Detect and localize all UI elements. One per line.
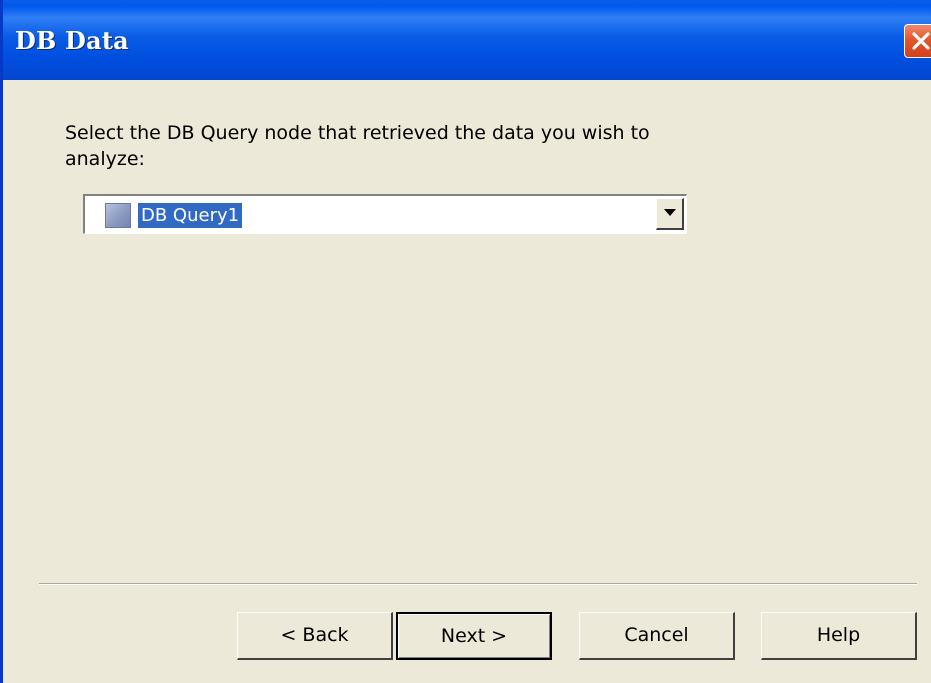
db-query-select[interactable]: DB Query1 [83, 194, 687, 234]
dropdown-button[interactable] [656, 198, 684, 230]
separator-line [39, 583, 917, 585]
title-bar[interactable]: DB Data [3, 0, 931, 80]
back-button[interactable]: < Back [237, 612, 393, 660]
close-button[interactable] [904, 24, 931, 58]
db-data-dialog: DB Data Select the DB Query node that re… [0, 0, 931, 683]
next-button[interactable]: Next > [396, 612, 552, 660]
cancel-button[interactable]: Cancel [579, 612, 735, 660]
db-query-node-icon [105, 203, 131, 228]
chevron-down-icon [664, 209, 676, 216]
help-button[interactable]: Help [761, 612, 917, 660]
close-icon [912, 32, 930, 50]
instruction-text: Select the DB Query node that retrieved … [65, 122, 650, 170]
selected-query-value: DB Query1 [138, 203, 243, 228]
window-title: DB Data [15, 26, 129, 55]
